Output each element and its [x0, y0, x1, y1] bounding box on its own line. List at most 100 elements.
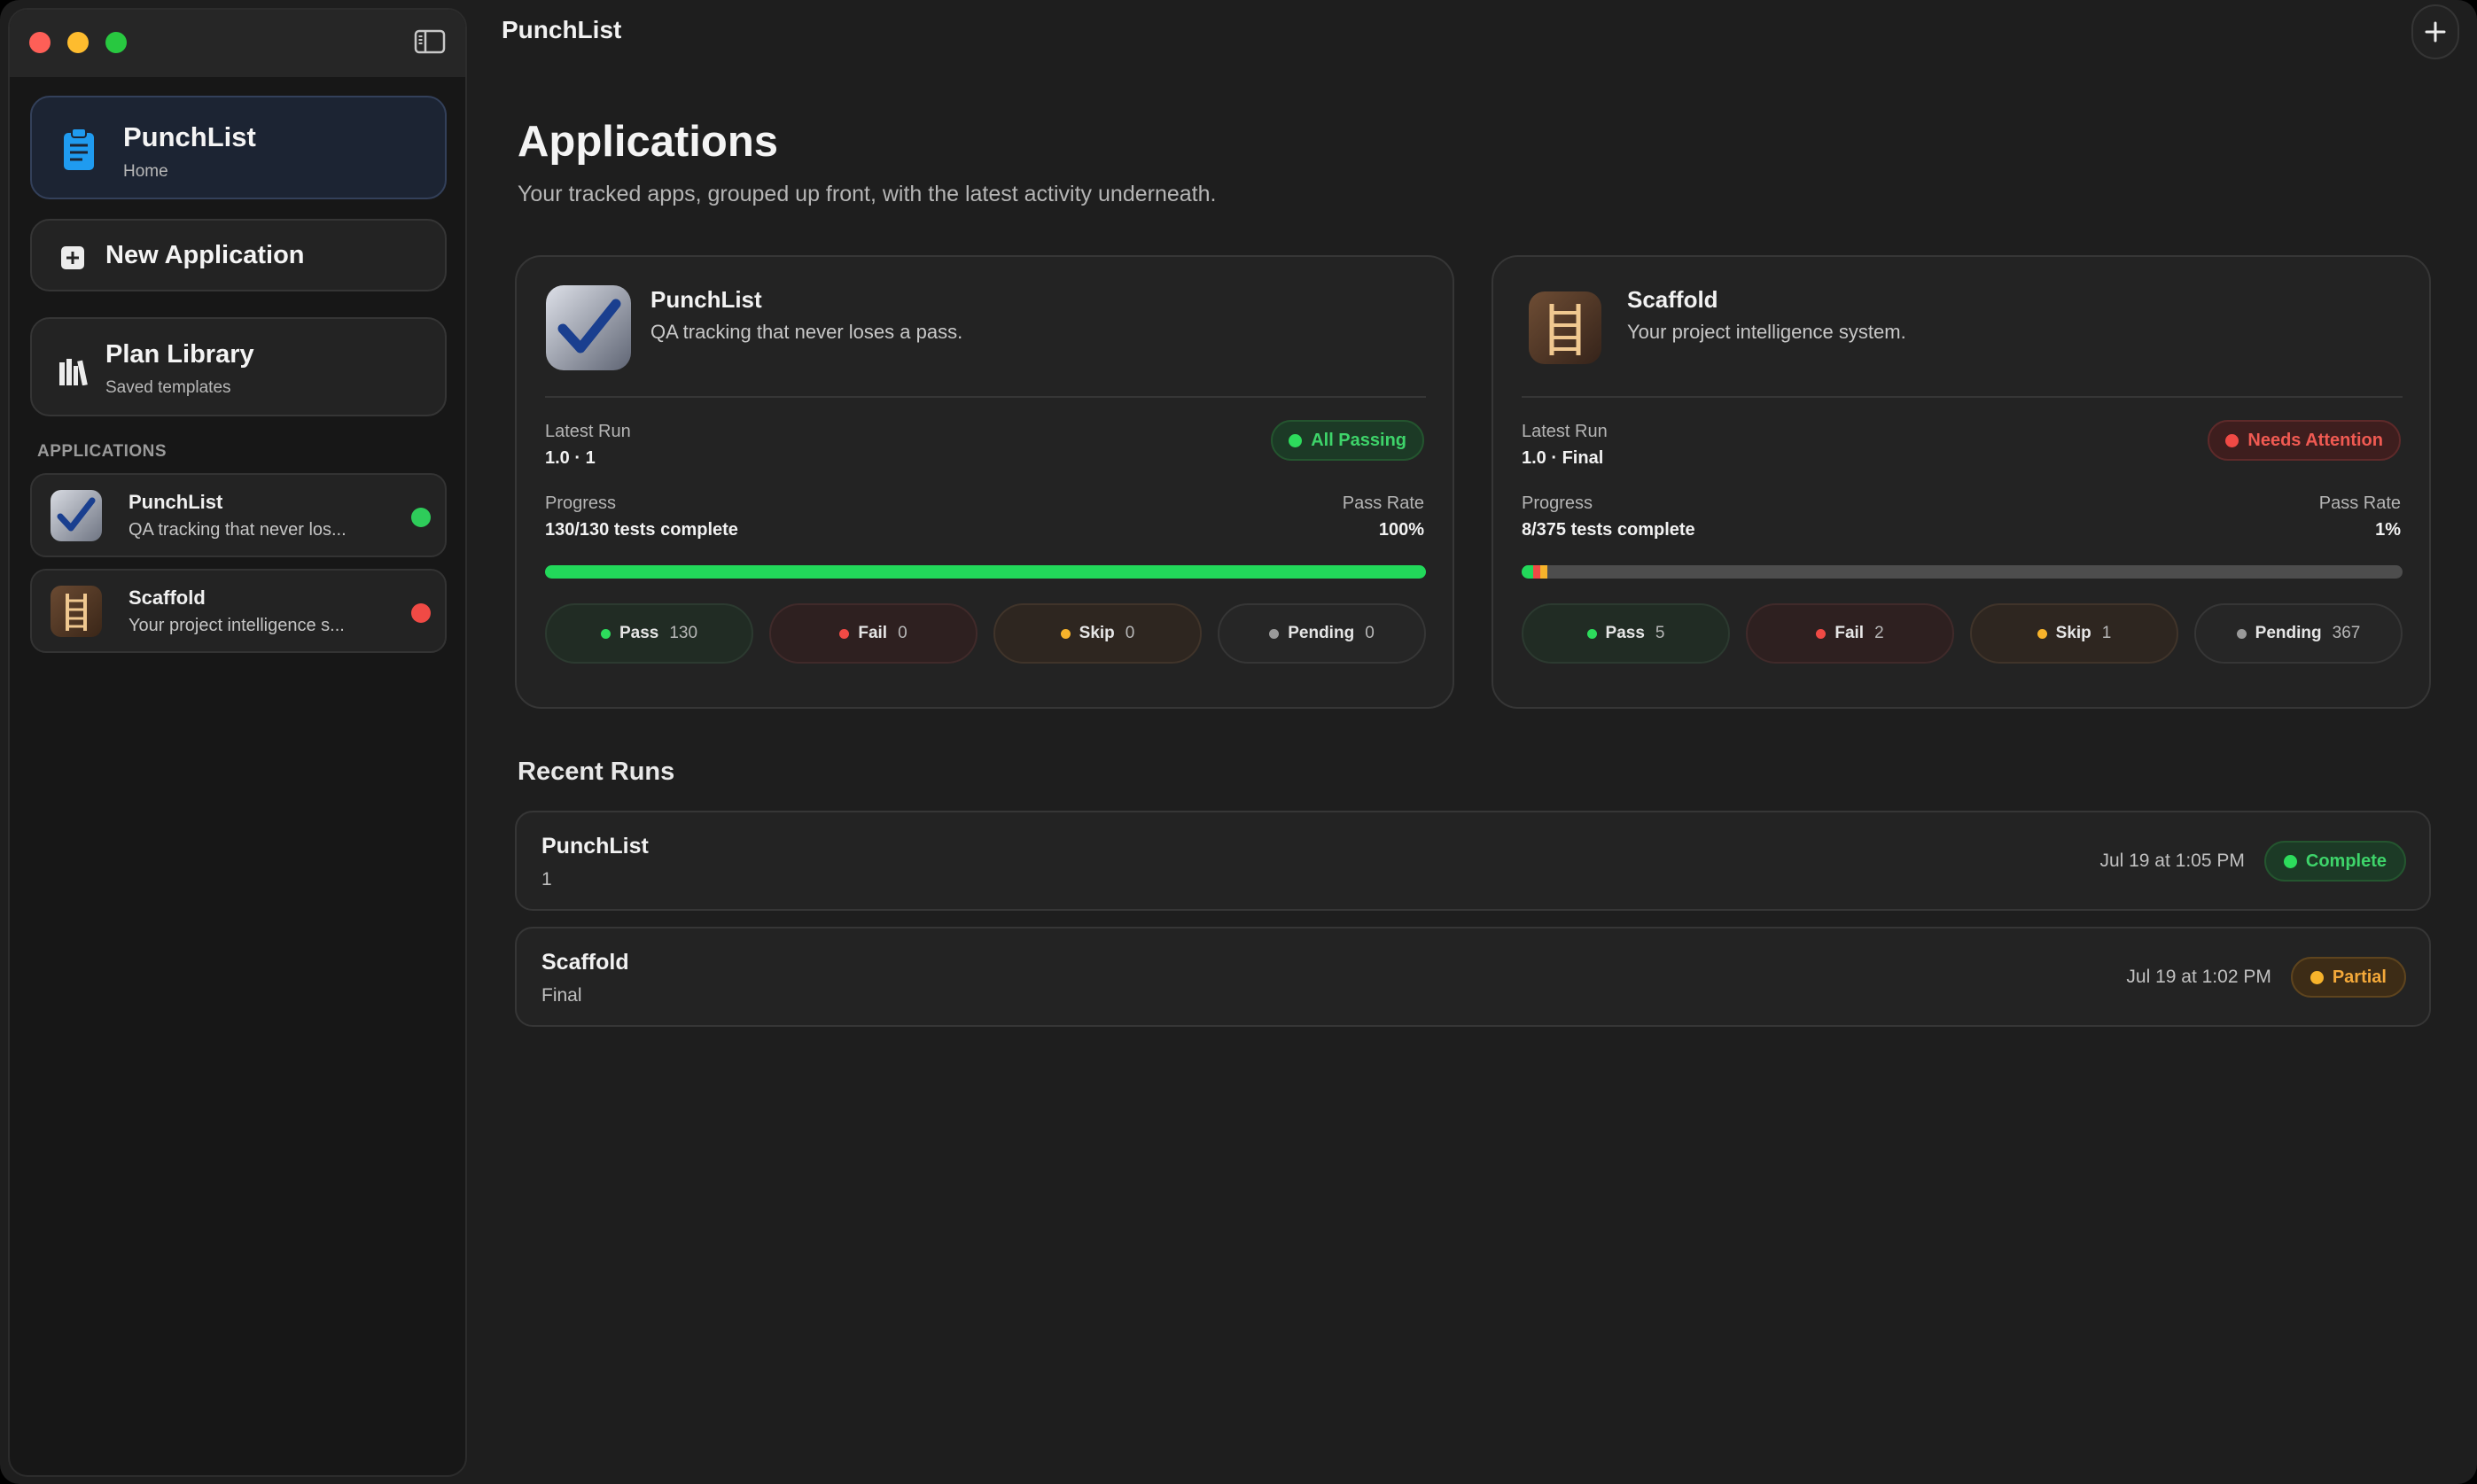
- minimize-window-button[interactable]: [67, 32, 89, 53]
- run-meta: Jul 19 at 1:02 PM Partial: [2126, 957, 2406, 998]
- ladder-app-icon: [50, 585, 103, 638]
- pending-chip[interactable]: Pending 0: [1218, 603, 1426, 664]
- run-status-badge: Partial: [2290, 957, 2406, 998]
- status-dot: [411, 508, 431, 527]
- chip-label: Pass: [619, 624, 659, 642]
- pass-rate-value: 1%: [2375, 520, 2401, 540]
- run-status-label: Complete: [2305, 851, 2387, 871]
- nav-home-subtitle: Home: [123, 162, 168, 181]
- latest-run-value: 1.0 · 1: [545, 448, 596, 468]
- applications-section-label: APPLICATIONS: [37, 442, 167, 461]
- status-badge: Needs Attention: [2208, 420, 2401, 461]
- sidebar-app-scaffold[interactable]: Scaffold Your project intelligence s...: [30, 569, 447, 653]
- pass-rate-label: Pass Rate: [2318, 493, 2401, 513]
- divider: [1522, 396, 2403, 398]
- chip-label: Fail: [1834, 624, 1865, 642]
- run-status-label: Partial: [2332, 967, 2387, 987]
- plan-library-button[interactable]: Plan Library Saved templates: [30, 317, 447, 416]
- chip-label: Fail: [858, 624, 888, 642]
- status-badge: All Passing: [1271, 420, 1424, 461]
- app-card-punchlist[interactable]: PunchList QA tracking that never loses a…: [515, 255, 1454, 709]
- progress-label: Progress: [545, 493, 617, 513]
- divider: [545, 396, 1426, 398]
- pass-rate-label: Pass Rate: [1342, 493, 1424, 513]
- page-title: Applications: [518, 118, 779, 166]
- latest-run-label: Latest Run: [1522, 422, 1608, 441]
- chip-count: 367: [2332, 624, 2361, 642]
- app-window: PunchList Home New Application Plan Libr…: [0, 0, 2477, 1484]
- progress-value: 8/375 tests complete: [1522, 520, 1695, 540]
- run-timestamp: Jul 19 at 1:05 PM: [2099, 851, 2245, 871]
- status-dot: [411, 603, 431, 623]
- status-dot: [1289, 433, 1303, 447]
- sidebar-app-punchlist[interactable]: PunchList QA tracking that never los...: [30, 473, 447, 557]
- sidebar-titlebar: [10, 10, 465, 77]
- page-subtitle: Your tracked apps, grouped up front, wit…: [518, 182, 1217, 206]
- progress-segment-skip: [1540, 565, 1548, 579]
- sidebar-app-desc: Your project intelligence s...: [129, 616, 345, 635]
- card-app-name: Scaffold: [1627, 286, 1718, 313]
- nav-home[interactable]: PunchList Home: [30, 96, 447, 199]
- status-badge-label: Needs Attention: [2247, 430, 2383, 450]
- new-application-label: New Application: [105, 241, 305, 269]
- skip-chip[interactable]: Skip 0: [993, 603, 1202, 664]
- chip-label: Pending: [2255, 624, 2322, 642]
- status-dot: [2283, 854, 2297, 868]
- app-card-scaffold[interactable]: Scaffold Your project intelligence syste…: [1492, 255, 2431, 709]
- sidebar-app-desc: QA tracking that never los...: [129, 520, 347, 540]
- chip-label: Pass: [1605, 624, 1645, 642]
- progress-bar: [545, 565, 1426, 579]
- progress-value: 130/130 tests complete: [545, 520, 738, 540]
- skip-chip[interactable]: Skip 1: [1970, 603, 2178, 664]
- progress-segment-pass: [1522, 565, 1534, 579]
- plan-library-label: Plan Library: [105, 340, 254, 369]
- plus-icon: [2425, 21, 2446, 43]
- result-chips: Pass 5 Fail 2 Skip 1 Pending 367: [1522, 603, 2403, 664]
- recent-run-row[interactable]: PunchList 1 Jul 19 at 1:05 PM Complete: [515, 811, 2431, 911]
- fail-chip[interactable]: Fail 2: [1746, 603, 1954, 664]
- run-meta: Jul 19 at 1:05 PM Complete: [2099, 841, 2406, 882]
- chip-label: Pending: [1288, 624, 1355, 642]
- window-title: PunchList: [502, 16, 622, 43]
- status-dot: [2225, 433, 2239, 447]
- latest-run-value: 1.0 · Final: [1522, 448, 1604, 468]
- recent-run-row[interactable]: Scaffold Final Jul 19 at 1:02 PM Partial: [515, 927, 2431, 1027]
- run-status-badge: Complete: [2263, 841, 2406, 882]
- recent-runs-title: Recent Runs: [518, 758, 675, 786]
- sidebar-app-name: PunchList: [129, 491, 223, 513]
- sidebar-toggle-icon[interactable]: [414, 29, 446, 54]
- books-icon: [58, 357, 90, 386]
- run-name: 1: [541, 869, 552, 890]
- status-badge-label: All Passing: [1311, 430, 1406, 450]
- run-app-name: PunchList: [541, 834, 649, 859]
- progress-segment-pass: [545, 565, 1426, 579]
- plan-library-subtitle: Saved templates: [105, 378, 231, 397]
- run-name: Final: [541, 985, 582, 1006]
- add-button[interactable]: [2411, 4, 2459, 59]
- chip-count: 0: [1365, 624, 1375, 642]
- plus-square-icon: [61, 246, 84, 269]
- run-timestamp: Jul 19 at 1:02 PM: [2126, 967, 2271, 987]
- card-app-name: PunchList: [650, 286, 762, 313]
- pass-chip[interactable]: Pass 5: [1522, 603, 1730, 664]
- ladder-app-icon: [1522, 284, 1608, 371]
- status-dot: [2310, 970, 2324, 984]
- chip-count: 130: [669, 624, 698, 642]
- pass-chip[interactable]: Pass 130: [545, 603, 753, 664]
- progress-label: Progress: [1522, 493, 1593, 513]
- latest-run-label: Latest Run: [545, 422, 631, 441]
- chip-count: 2: [1874, 624, 1884, 642]
- chip-count: 5: [1655, 624, 1665, 642]
- pending-chip[interactable]: Pending 367: [2194, 603, 2403, 664]
- sidebar-app-name: Scaffold: [129, 587, 206, 609]
- nav-home-title: PunchList: [123, 121, 256, 152]
- zoom-window-button[interactable]: [105, 32, 127, 53]
- new-application-button[interactable]: New Application: [30, 219, 447, 291]
- chip-label: Skip: [1079, 624, 1115, 642]
- checkmark-app-icon: [50, 489, 103, 542]
- close-window-button[interactable]: [29, 32, 51, 53]
- run-app-name: Scaffold: [541, 950, 629, 975]
- chip-count: 1: [2101, 624, 2112, 642]
- fail-chip[interactable]: Fail 0: [769, 603, 978, 664]
- sidebar: PunchList Home New Application Plan Libr…: [8, 8, 467, 1477]
